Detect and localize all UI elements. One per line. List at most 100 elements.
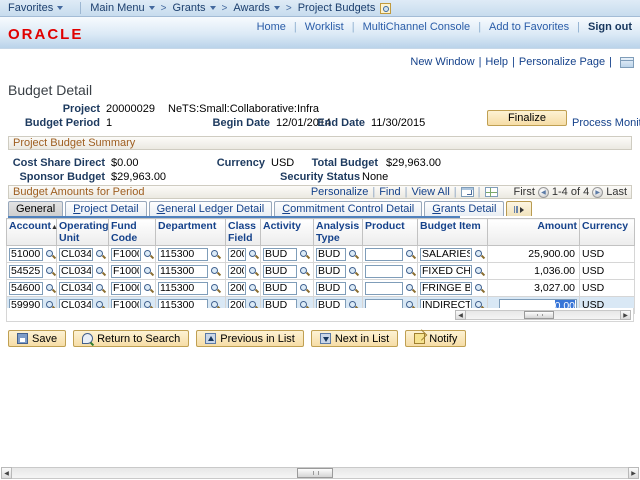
col-amount[interactable]: Amount <box>487 218 580 246</box>
first-page-icon[interactable]: ◀ <box>537 186 549 198</box>
department-input[interactable] <box>158 264 208 278</box>
lookup-icon[interactable] <box>405 266 416 277</box>
lookup-icon[interactable] <box>474 283 485 294</box>
class-field-input[interactable] <box>228 281 246 295</box>
col-class-field[interactable]: Class Field <box>225 218 261 246</box>
col-budget-item[interactable]: Budget Item <box>417 218 488 246</box>
col-account[interactable]: Account▲ <box>6 218 58 246</box>
account-input[interactable] <box>9 281 43 295</box>
home-link[interactable]: Home <box>257 21 286 33</box>
lookup-icon[interactable] <box>405 283 416 294</box>
lookup-icon[interactable] <box>299 266 310 277</box>
tab-project-detail[interactable]: Project Detail <box>65 201 147 216</box>
tab-general-ledger-detail[interactable]: General Ledger Detail <box>148 201 273 216</box>
lookup-icon[interactable] <box>348 266 359 277</box>
col-department[interactable]: Department <box>155 218 226 246</box>
notify-button[interactable]: Notify <box>405 330 467 347</box>
account-input[interactable] <box>9 247 43 261</box>
save-button[interactable]: Save <box>8 330 67 347</box>
lookup-icon[interactable] <box>210 283 221 294</box>
operating-unit-input[interactable] <box>59 247 93 261</box>
product-input[interactable] <box>365 247 403 261</box>
product-input[interactable] <box>365 281 403 295</box>
activity-input[interactable] <box>263 247 297 261</box>
lookup-icon[interactable] <box>474 249 485 260</box>
budget-item-input[interactable] <box>420 247 472 261</box>
new-window-link[interactable]: New Window <box>410 56 474 68</box>
col-activity[interactable]: Activity <box>260 218 314 246</box>
lookup-icon[interactable] <box>45 283 56 294</box>
grid-horizontal-scrollbar[interactable]: ◀ ▶ <box>455 310 631 320</box>
lookup-icon[interactable] <box>348 283 359 294</box>
last-page-icon[interactable]: ▶ <box>592 186 604 198</box>
lookup-icon[interactable] <box>143 283 154 294</box>
tab-general[interactable]: General <box>8 201 64 216</box>
operating-unit-input[interactable] <box>59 264 93 278</box>
scroll-left-icon[interactable]: ◀ <box>455 310 466 320</box>
activity-input[interactable] <box>263 281 297 295</box>
col-operating-unit[interactable]: Operating Unit <box>56 218 109 246</box>
worklist-link[interactable]: Worklist <box>305 21 344 33</box>
favorites-menu[interactable]: Favorites <box>0 2 71 14</box>
previous-in-list-button[interactable]: Previous in List <box>196 330 304 347</box>
class-field-input[interactable] <box>228 264 246 278</box>
finalize-button[interactable]: Finalize <box>487 110 567 126</box>
class-field-input[interactable] <box>228 247 246 261</box>
lookup-icon[interactable] <box>348 249 359 260</box>
lookup-icon[interactable] <box>143 266 154 277</box>
scrollbar-thumb[interactable] <box>297 468 333 478</box>
personalize-link[interactable]: Personalize <box>311 186 368 198</box>
personalize-layout-icon[interactable] <box>620 56 634 68</box>
scrollbar-thumb[interactable] <box>524 311 554 319</box>
department-input[interactable] <box>158 247 208 261</box>
process-monitor-link[interactable]: Process Monitor <box>572 117 640 129</box>
download-grid-icon[interactable] <box>484 187 498 197</box>
personalize-page-link[interactable]: Personalize Page <box>519 56 605 68</box>
help-link[interactable]: Help <box>485 56 508 68</box>
lookup-icon[interactable] <box>405 249 416 260</box>
lookup-icon[interactable] <box>210 249 221 260</box>
budget-item-input[interactable] <box>420 281 472 295</box>
col-fund-code[interactable]: Fund Code <box>108 218 156 246</box>
lookup-icon[interactable] <box>45 249 56 260</box>
multichannel-console-link[interactable]: MultiChannel Console <box>363 21 471 33</box>
find-link[interactable]: Find <box>379 186 400 198</box>
lookup-icon[interactable] <box>95 266 106 277</box>
analysis-type-input[interactable] <box>316 247 346 261</box>
analysis-type-input[interactable] <box>316 264 346 278</box>
budget-item-input[interactable] <box>420 264 472 278</box>
scroll-right-icon[interactable]: ▶ <box>620 310 631 320</box>
account-input[interactable] <box>9 264 43 278</box>
next-in-list-button[interactable]: Next in List <box>310 330 399 347</box>
lookup-icon[interactable] <box>299 249 310 260</box>
return-to-search-button[interactable]: Return to Search <box>73 330 190 347</box>
fund-code-input[interactable] <box>111 247 141 261</box>
add-to-favorites-link[interactable]: Add to Favorites <box>489 21 569 33</box>
fund-code-input[interactable] <box>111 281 141 295</box>
col-analysis-type[interactable]: Analysis Type <box>313 218 363 246</box>
scroll-right-icon[interactable]: ▶ <box>628 467 639 479</box>
view-all-link[interactable]: View All <box>411 186 449 198</box>
operating-unit-input[interactable] <box>59 281 93 295</box>
lookup-icon[interactable] <box>474 266 485 277</box>
analysis-type-input[interactable] <box>316 281 346 295</box>
department-input[interactable] <box>158 281 208 295</box>
lookup-icon[interactable] <box>299 283 310 294</box>
breadcrumb-project-budgets[interactable]: Project Budgets <box>298 2 376 14</box>
lookup-icon[interactable] <box>210 266 221 277</box>
sign-out-link[interactable]: Sign out <box>588 21 632 33</box>
tab-grants-detail[interactable]: Grants Detail <box>424 201 505 216</box>
lookup-icon[interactable] <box>248 266 259 277</box>
scroll-left-icon[interactable]: ◀ <box>1 467 12 479</box>
main-menu[interactable]: Main Menu <box>90 2 155 14</box>
show-all-columns-icon[interactable] <box>506 201 533 216</box>
lookup-icon[interactable] <box>248 249 259 260</box>
fund-code-input[interactable] <box>111 264 141 278</box>
lookup-icon[interactable] <box>95 249 106 260</box>
lookup-icon[interactable] <box>248 283 259 294</box>
breadcrumb-awards[interactable]: Awards <box>233 2 280 14</box>
page-horizontal-scrollbar[interactable]: ◀ ▶ <box>1 467 639 479</box>
lookup-icon[interactable] <box>95 283 106 294</box>
zoom-grid-icon[interactable] <box>460 187 474 197</box>
product-input[interactable] <box>365 264 403 278</box>
